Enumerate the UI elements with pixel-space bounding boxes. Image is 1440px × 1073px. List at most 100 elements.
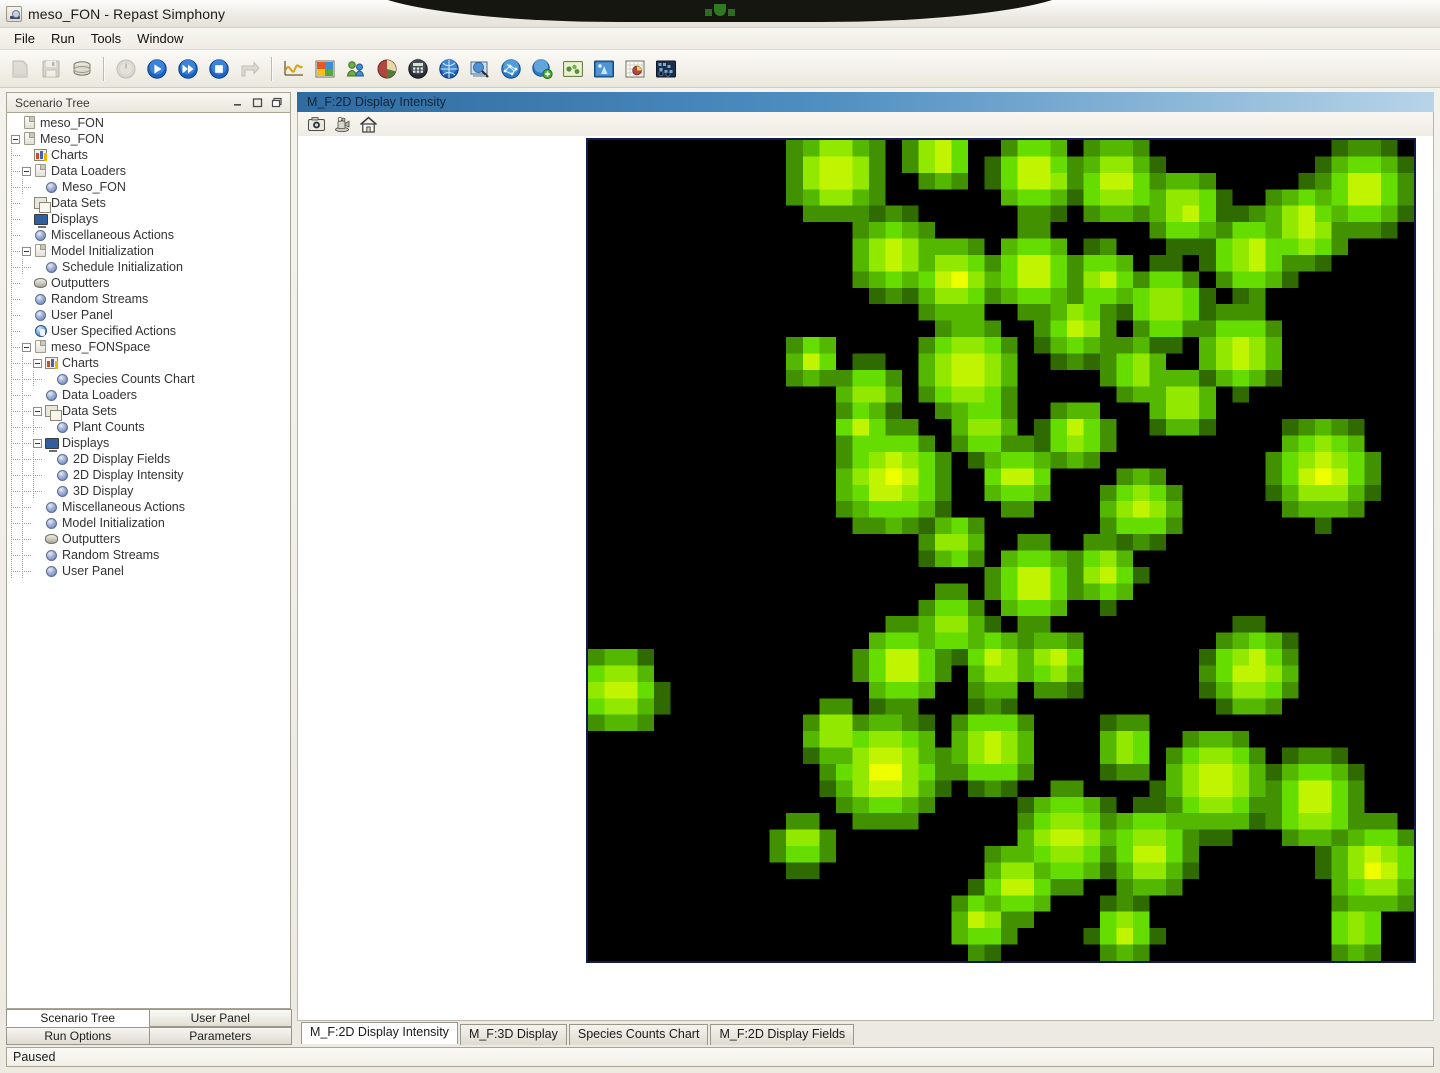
tree-node-species-counts-chart[interactable]: Species Counts Chart (11, 371, 290, 387)
menu-tools[interactable]: Tools (83, 29, 129, 48)
tree-node-data-loaders[interactable]: Data Loaders (11, 387, 290, 403)
globe-icon[interactable] (435, 55, 463, 83)
tree-node-model-initialization[interactable]: Model Initialization (11, 515, 290, 531)
camera-snapshot-icon[interactable] (306, 114, 326, 134)
tree-node-glyph (24, 116, 35, 129)
tree-node-model-initialization[interactable]: Model Initialization (11, 243, 290, 259)
tree-node-miscellaneous-actions[interactable]: Miscellaneous Actions (11, 227, 290, 243)
pie-chart-icon[interactable] (373, 55, 401, 83)
tree-node-label: Charts (62, 356, 99, 370)
tab-user-panel[interactable]: User Panel (148, 1009, 292, 1027)
tree-collapse-icon[interactable] (11, 134, 20, 144)
tree-chart-icon (33, 148, 48, 162)
globe-add-icon[interactable] (528, 55, 556, 83)
tree-node-schedule-initialization[interactable]: Schedule Initialization (11, 259, 290, 275)
tree-node-user-panel[interactable]: User Panel (11, 563, 290, 579)
minimize-icon[interactable] (228, 95, 246, 111)
tree-node-random-streams[interactable]: Random Streams (11, 547, 290, 563)
scenario-tree-box[interactable]: meso_FON Meso_FON Charts Data Loaders Meso_F… (6, 112, 291, 1009)
tree-node-glyph (34, 214, 48, 228)
tree-node-charts[interactable]: Charts (11, 355, 290, 371)
display-tab-group: M_F:2D Display Intensity M_F:3D Display Sp… (297, 1022, 1434, 1045)
view-tab-2d-intensity[interactable]: M_F:2D Display Intensity (301, 1022, 458, 1044)
night-display-icon[interactable] (652, 55, 680, 83)
tree-ball-icon (44, 180, 59, 194)
tree-node-data-sets[interactable]: Data Sets (11, 403, 290, 421)
color-grid-icon[interactable] (311, 55, 339, 83)
tree-node-glyph (46, 262, 57, 273)
display-canvas-area[interactable] (297, 136, 1434, 1021)
tree-doc-icon (33, 340, 48, 354)
tree-indent-guide (22, 387, 33, 403)
menu-window[interactable]: Window (129, 29, 191, 48)
view-tab-2d-fields[interactable]: M_F:2D Display Fields (710, 1024, 855, 1045)
tree-node-3d-display[interactable]: 3D Display (11, 483, 290, 499)
tree-node-meso-fon[interactable]: meso_FON (11, 115, 290, 131)
tree-node-outputters[interactable]: Outputters (11, 275, 290, 291)
tree-node-user-specified-actions[interactable]: User Specified Actions (11, 323, 290, 339)
blue-display-icon[interactable] (590, 55, 618, 83)
tree-indent-guide (11, 243, 22, 259)
tree-indent-guide (33, 451, 44, 467)
agents-icon[interactable] (342, 55, 370, 83)
tree-ball-icon (55, 420, 70, 434)
tree-node-2d-display-intensity[interactable]: 2D Display Intensity (11, 467, 290, 483)
tree-collapse-icon[interactable] (33, 406, 42, 416)
tree-node-outputters[interactable]: Outputters (11, 531, 290, 547)
tree-node-meso-fonspace[interactable]: meso_FONSpace (11, 339, 290, 355)
tab-parameters[interactable]: Parameters (148, 1027, 292, 1045)
tree-collapse-icon[interactable] (22, 342, 31, 352)
step-run-icon[interactable] (174, 55, 202, 83)
tree-node-meso-fon[interactable]: Meso_FON (11, 179, 290, 195)
tree-node-label: Outputters (51, 276, 110, 290)
grid-pie-icon[interactable] (621, 55, 649, 83)
database-icon[interactable] (68, 55, 96, 83)
board-agents-icon[interactable] (559, 55, 587, 83)
tree-indent-guide (22, 355, 33, 371)
tree-collapse-icon[interactable] (33, 358, 42, 368)
view-tab-3d-display[interactable]: M_F:3D Display (459, 1024, 567, 1045)
tree-indent-guide (33, 371, 44, 387)
movie-camera-icon[interactable] (332, 114, 352, 134)
tree-node-label: meso_FONSpace (51, 340, 151, 354)
tree-indent-guide (11, 451, 22, 467)
tree-node-plant-counts[interactable]: Plant Counts (11, 419, 290, 435)
tab-run-options[interactable]: Run Options (6, 1027, 150, 1045)
home-reset-view-icon[interactable] (358, 114, 378, 134)
restore-icon[interactable] (268, 95, 286, 111)
tree-node-random-streams[interactable]: Random Streams (11, 291, 290, 307)
intensity-grid-canvas[interactable] (586, 138, 1416, 963)
tree-node-user-panel[interactable]: User Panel (11, 307, 290, 323)
tree-doc-icon (33, 164, 48, 178)
tree-node-displays[interactable]: Displays (11, 211, 290, 228)
stop-run-icon[interactable] (205, 55, 233, 83)
tree-node-data-loaders[interactable]: Data Loaders (11, 163, 290, 179)
start-run-icon[interactable] (143, 55, 171, 83)
maximize-icon[interactable] (248, 95, 266, 111)
tree-node-glyph (34, 197, 51, 213)
camera-notch-overlay (360, 0, 1080, 22)
tree-node-displays[interactable]: Displays (11, 435, 290, 452)
chart-wave-icon[interactable] (280, 55, 308, 83)
tree-collapse-icon[interactable] (22, 246, 31, 256)
globe-search-icon[interactable] (466, 55, 494, 83)
tree-node-miscellaneous-actions[interactable]: Miscellaneous Actions (11, 499, 290, 515)
tree-node-meso-fon[interactable]: Meso_FON (11, 131, 290, 147)
menu-file[interactable]: File (6, 29, 43, 48)
tree-node-charts[interactable]: Charts (11, 147, 290, 163)
tree-node-glyph (46, 390, 57, 401)
tree-node-glyph (34, 278, 47, 288)
tree-collapse-icon[interactable] (33, 438, 42, 448)
network-globe-icon[interactable] (497, 55, 525, 83)
tree-node-label: Miscellaneous Actions (51, 228, 174, 242)
menu-run[interactable]: Run (43, 29, 83, 48)
tree-indent-guide (22, 467, 33, 483)
tree-collapse-icon[interactable] (22, 166, 31, 176)
tree-indent-guide (33, 467, 44, 483)
tree-node-data-sets[interactable]: Data Sets (11, 195, 290, 213)
calculator-icon[interactable] (404, 55, 432, 83)
view-tab-species-counts-chart[interactable]: Species Counts Chart (568, 1024, 709, 1045)
tree-node-2d-display-fields[interactable]: 2D Display Fields (11, 451, 290, 467)
tab-scenario-tree[interactable]: Scenario Tree (6, 1009, 150, 1027)
tree-indent-guide (22, 563, 33, 579)
